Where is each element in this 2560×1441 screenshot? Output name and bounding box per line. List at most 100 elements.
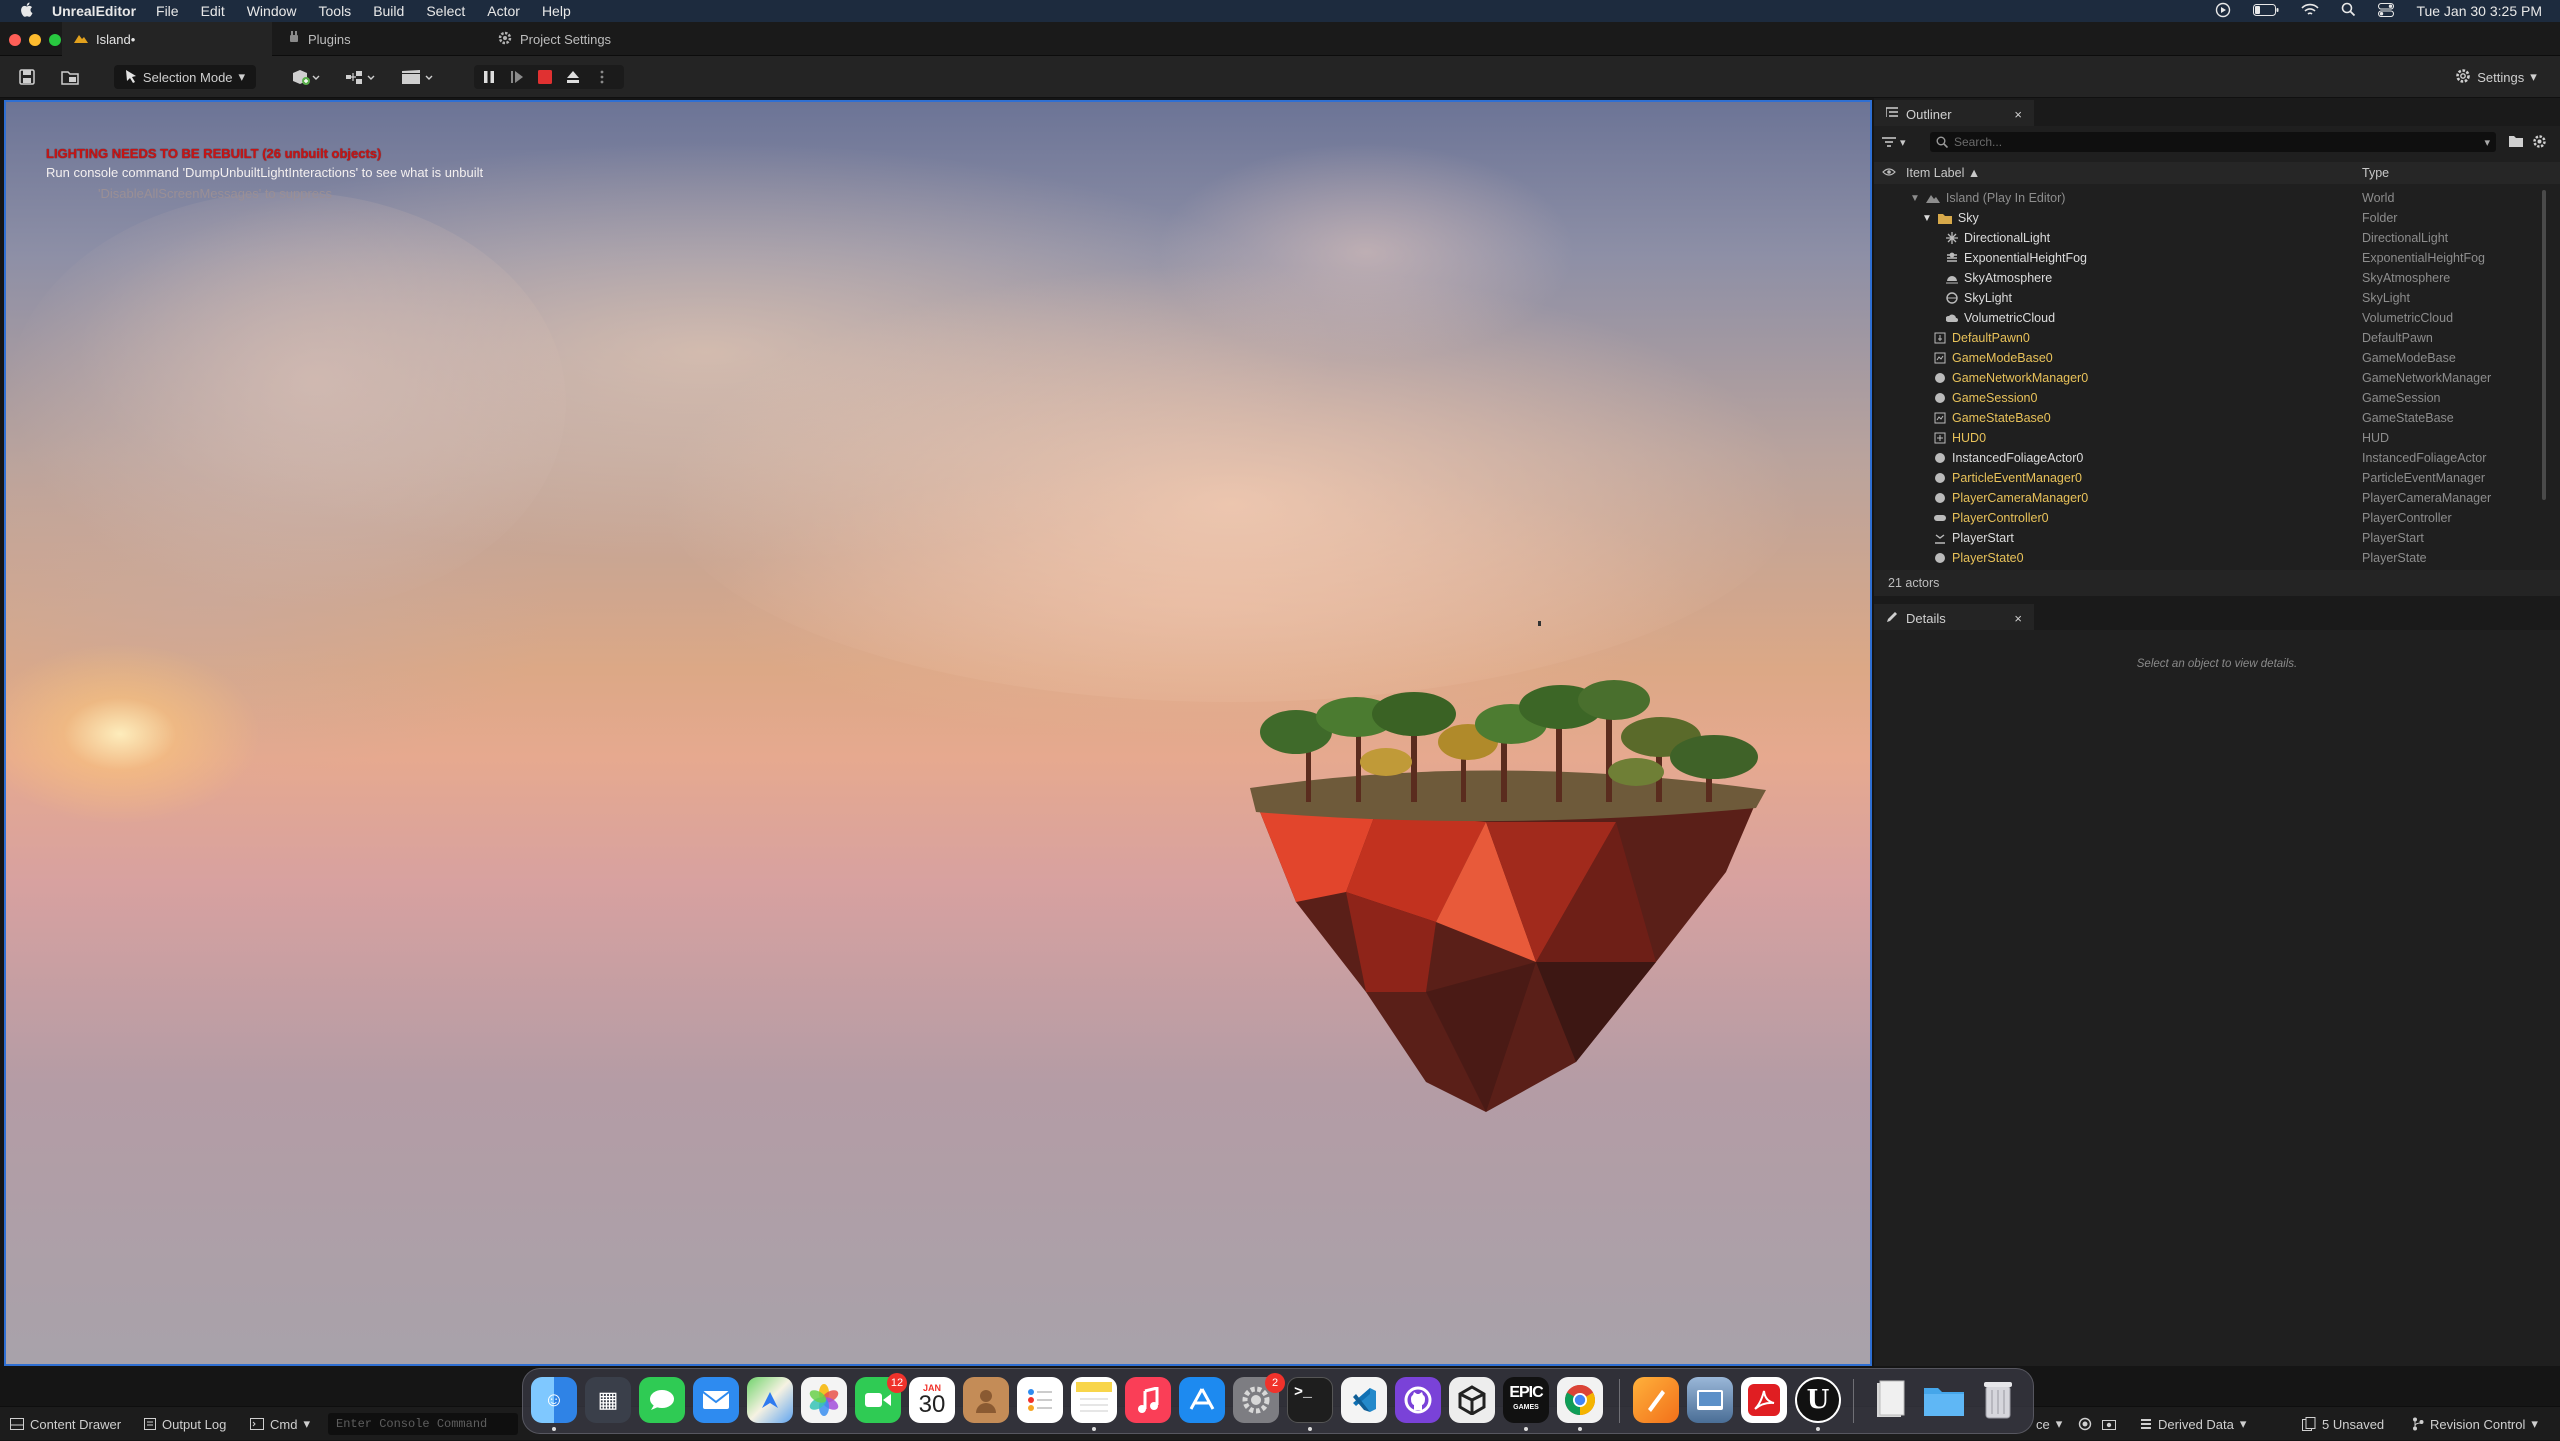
menu-window[interactable]: Window	[247, 3, 297, 19]
outliner-row[interactable]: DefaultPawn0 DefaultPawn	[1874, 328, 2560, 348]
level-viewport[interactable]: LIGHTING NEEDS TO BE REBUILT (26 unbuilt…	[4, 100, 1872, 1366]
reminders-icon[interactable]	[1017, 1377, 1063, 1423]
finder-icon[interactable]: ☺	[531, 1377, 577, 1423]
play-options-more-icon[interactable]	[592, 65, 612, 89]
tab-level-island[interactable]: Island•	[62, 22, 272, 56]
menu-file[interactable]: File	[156, 3, 179, 19]
vscode-icon[interactable]	[1341, 1377, 1387, 1423]
apple-menu-icon[interactable]	[18, 2, 34, 21]
tab-outliner[interactable]: Outliner ×	[1874, 100, 2034, 126]
outliner-row[interactable]: SkyLight SkyLight	[1874, 288, 2560, 308]
app-store-icon[interactable]	[1179, 1377, 1225, 1423]
battery-icon[interactable]	[2253, 3, 2279, 19]
menu-select[interactable]: Select	[426, 3, 465, 19]
downloads-folder-icon[interactable]	[1921, 1377, 1967, 1423]
content-drawer-button[interactable]: Content Drawer	[10, 1407, 121, 1441]
github-desktop-icon[interactable]	[1395, 1377, 1441, 1423]
close-icon[interactable]: ×	[2014, 611, 2022, 626]
screen-record-icon[interactable]	[2215, 2, 2231, 21]
column-type[interactable]: Type	[2362, 166, 2389, 180]
add-actor-button[interactable]	[288, 65, 324, 89]
outliner-row[interactable]: ▼ Sky Folder	[1874, 208, 2560, 228]
tab-project-settings[interactable]: Project Settings	[486, 22, 623, 56]
pause-icon[interactable]	[478, 65, 500, 89]
selection-mode-dropdown[interactable]: Selection Mode ▾	[114, 65, 256, 89]
spotlight-search-icon[interactable]	[2341, 2, 2356, 20]
preview-icon[interactable]	[1687, 1377, 1733, 1423]
derived-data-dropdown[interactable]: Derived Data ▾	[2140, 1407, 2246, 1441]
outliner-row[interactable]: ▼ Island (Play In Editor) World	[1874, 188, 2560, 208]
output-log-button[interactable]: Output Log	[144, 1407, 226, 1441]
outliner-row[interactable]: DirectionalLight DirectionalLight	[1874, 228, 2560, 248]
add-folder-icon[interactable]	[2508, 134, 2524, 153]
chrome-icon[interactable]	[1557, 1377, 1603, 1423]
step-frame-icon[interactable]	[506, 65, 528, 89]
console-command-input[interactable]: Enter Console Command	[328, 1413, 518, 1435]
wifi-icon[interactable]	[2301, 3, 2320, 20]
filter-dropdown[interactable]: ▾	[1882, 132, 1914, 152]
outliner-row[interactable]: ParticleEventManager0 ParticleEventManag…	[1874, 468, 2560, 488]
epic-games-launcher-icon[interactable]: EPIC GAMES	[1503, 1377, 1549, 1423]
menu-actor[interactable]: Actor	[487, 3, 520, 19]
stop-icon[interactable]	[534, 65, 556, 89]
menu-help[interactable]: Help	[542, 3, 571, 19]
screenshot-icon[interactable]	[2102, 1407, 2116, 1441]
notes-icon[interactable]	[1071, 1377, 1117, 1423]
eject-icon[interactable]	[562, 65, 584, 89]
launchpad-icon[interactable]: ▦	[585, 1377, 631, 1423]
photos-icon[interactable]	[801, 1377, 847, 1423]
cmd-dropdown[interactable]: Cmd ▾	[250, 1407, 310, 1441]
outliner-row[interactable]: SkyAtmosphere SkyAtmosphere	[1874, 268, 2560, 288]
trace-dropdown[interactable]: ce ▾	[2036, 1407, 2062, 1441]
gear-icon[interactable]	[2532, 134, 2547, 154]
contacts-icon[interactable]	[963, 1377, 1009, 1423]
maps-icon[interactable]	[747, 1377, 793, 1423]
zoom-window-button[interactable]	[49, 34, 61, 46]
calendar-icon[interactable]: JAN 30	[909, 1377, 955, 1423]
control-center-icon[interactable]	[2378, 2, 2395, 20]
terminal-icon[interactable]: >_	[1287, 1377, 1333, 1423]
unreal-engine-icon[interactable]: U	[1795, 1377, 1841, 1423]
outliner-row[interactable]: HUD0 HUD	[1874, 428, 2560, 448]
mail-icon[interactable]	[693, 1377, 739, 1423]
app-name-menu[interactable]: UnrealEditor	[52, 3, 136, 19]
outliner-search-input[interactable]: Search... ▾	[1930, 132, 2496, 152]
outliner-row[interactable]: GameNetworkManager0 GameNetworkManager	[1874, 368, 2560, 388]
pages-icon[interactable]	[1633, 1377, 1679, 1423]
outliner-row[interactable]: PlayerController0 PlayerController	[1874, 508, 2560, 528]
menu-clock[interactable]: Tue Jan 30 3:25 PM	[2416, 3, 2542, 19]
outliner-row[interactable]: GameModeBase0 GameModeBase	[1874, 348, 2560, 368]
unsaved-button[interactable]: 5 Unsaved	[2302, 1407, 2384, 1441]
cinematics-button[interactable]	[398, 65, 438, 89]
revision-control-dropdown[interactable]: Revision Control ▾	[2412, 1407, 2538, 1441]
tab-plugins[interactable]: Plugins	[276, 22, 363, 56]
messages-icon[interactable]	[639, 1377, 685, 1423]
blueprint-button[interactable]	[342, 65, 380, 89]
outliner-row[interactable]: VolumetricCloud VolumetricCloud	[1874, 308, 2560, 328]
outliner-row[interactable]: ExponentialHeightFog ExponentialHeightFo…	[1874, 248, 2560, 268]
outliner-row[interactable]: PlayerCameraManager0 PlayerCameraManager	[1874, 488, 2560, 508]
column-item-label[interactable]: Item Label ▲	[1906, 166, 1980, 180]
music-icon[interactable]	[1125, 1377, 1171, 1423]
menu-build[interactable]: Build	[373, 3, 404, 19]
outliner-row[interactable]: GameSession0 GameSession	[1874, 388, 2560, 408]
close-window-button[interactable]	[9, 34, 21, 46]
save-icon[interactable]	[16, 65, 38, 89]
unity-icon[interactable]	[1449, 1377, 1495, 1423]
settings-dropdown[interactable]: Settings ▾	[2450, 65, 2542, 89]
outliner-row[interactable]: GameStateBase0 GameStateBase	[1874, 408, 2560, 428]
menu-tools[interactable]: Tools	[319, 3, 352, 19]
outliner-row[interactable]: PlayerStart PlayerStart	[1874, 528, 2560, 548]
trash-icon[interactable]	[1975, 1377, 2021, 1423]
close-icon[interactable]: ×	[2014, 107, 2022, 122]
outliner-row[interactable]: PlayerState0 PlayerState	[1874, 548, 2560, 568]
record-icon[interactable]	[2078, 1407, 2092, 1441]
acrobat-reader-icon[interactable]	[1741, 1377, 1787, 1423]
outliner-row[interactable]: InstancedFoliageActor0 InstancedFoliageA…	[1874, 448, 2560, 468]
content-browse-icon[interactable]	[58, 65, 82, 89]
tab-details[interactable]: Details ×	[1874, 604, 2034, 630]
menu-edit[interactable]: Edit	[201, 3, 225, 19]
visibility-eye-icon[interactable]	[1882, 166, 1896, 180]
document-stack-icon[interactable]	[1867, 1377, 1913, 1423]
minimize-window-button[interactable]	[29, 34, 41, 46]
